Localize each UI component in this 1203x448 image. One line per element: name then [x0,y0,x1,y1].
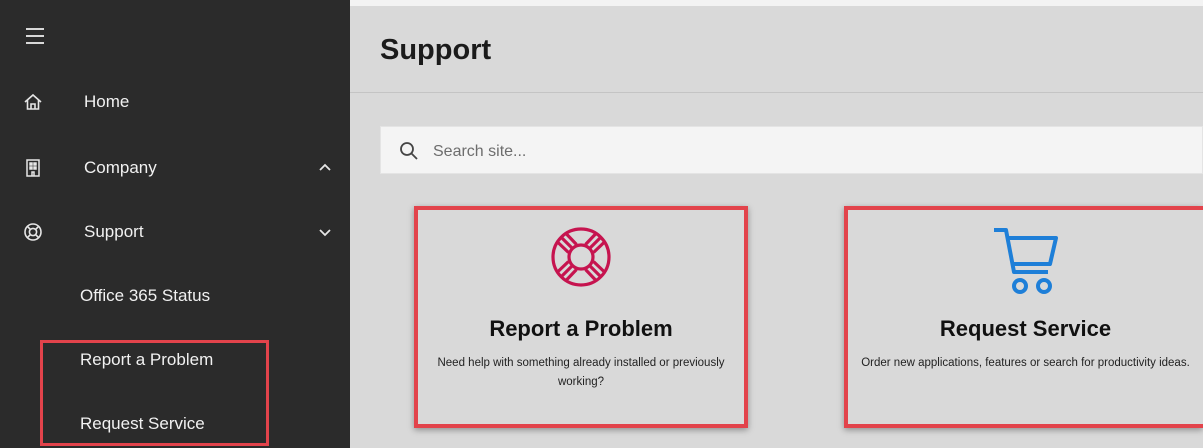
search-input[interactable] [431,139,1175,165]
chevron-up-icon[interactable] [318,161,332,175]
card-description: Need help with something already install… [437,357,725,388]
page-title: Support [380,34,492,66]
sidebar-item-label: Home [84,92,130,111]
request-service-card[interactable]: Request Service Order new applications, … [844,206,1203,428]
hamburger-menu-icon[interactable] [26,28,44,44]
sidebar-subitem-label: Report a Problem [80,350,214,369]
card-title: Report a Problem [489,316,673,341]
sidebar-subitem-report-a-problem[interactable]: Report a Problem [0,340,350,380]
sidebar-item-support[interactable]: Support [0,212,350,252]
header-divider [350,92,1203,93]
sidebar-subitem-label: Request Service [80,414,205,433]
sidebar-subitem-request-service[interactable]: Request Service [0,404,350,444]
sidebar-subitem-office-365-status[interactable]: Office 365 Status [0,276,350,316]
card-description: Order new applications, features or sear… [861,357,1190,369]
home-icon [22,91,44,113]
lifebuoy-icon [22,221,44,243]
report-problem-card[interactable]: Report a Problem Need help with somethin… [414,206,748,428]
chevron-down-icon[interactable] [318,225,332,239]
sidebar-subitem-label: Office 365 Status [80,286,211,305]
shopping-cart-icon [990,224,1062,305]
main-content: Support Report a Problem Need help with … [350,0,1203,448]
search-box[interactable] [380,126,1203,174]
top-strip [350,0,1203,6]
sidebar-item-company[interactable]: Company [0,148,350,188]
sidebar-nav: Home Company Support Office 365 Status R… [0,0,350,448]
card-title: Request Service [939,316,1112,341]
lifebuoy-icon [548,224,614,295]
app-window: Home Company Support Office 365 Status R… [0,0,1203,448]
search-icon[interactable] [399,141,419,161]
sidebar-item-home[interactable]: Home [0,82,350,122]
building-icon [22,157,44,179]
sidebar-item-label: Support [84,222,144,241]
sidebar-item-label: Company [84,158,157,177]
